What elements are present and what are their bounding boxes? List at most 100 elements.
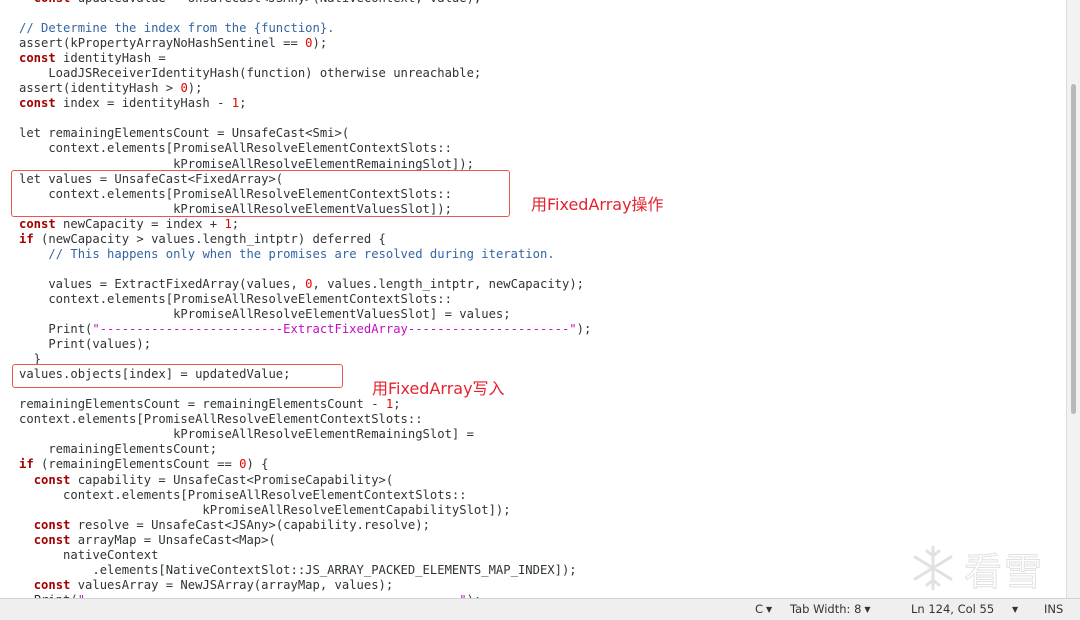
code-token: const [19,51,56,66]
code-token: index = identityHash - [55,96,232,111]
tab-width-label: Tab Width: 8 [790,602,862,616]
code-token: kPromiseAllResolveElementRemainingSlot])… [19,156,474,171]
code-line: const index = identityHash - 1; [19,96,591,111]
scrollbar-thumb[interactable] [1071,84,1076,414]
code-text[interactable]: const updatedValue = UnsafeCast<JSAny>(N… [19,0,591,598]
code-token: values = ExtractFixedArray(values, [19,276,306,291]
code-token: newCapacity = index + [55,216,225,231]
code-line: context.elements[PromiseAllResolveElemen… [19,292,591,307]
code-line: const identityHash = [19,51,591,66]
code-line: assert(identityHash > 0); [19,81,591,96]
code-line: const newCapacity = index + 1; [19,217,591,232]
watermark: 看雪 [908,540,1058,596]
code-token: context.elements[PromiseAllResolveElemen… [19,291,452,306]
status-bar: C ▼ Tab Width: 8 ▼ Ln 124, Col 55 ▼ INS [0,598,1080,620]
language-selector[interactable]: C ▼ [755,602,772,616]
code-token: resolve = UnsafeCast<JSAny>(capability.r… [70,517,430,532]
code-line: LoadJSReceiverIdentityHash(function) oth… [19,66,591,81]
code-token: capability = UnsafeCast<PromiseCapabilit… [70,472,394,487]
code-token: let remainingElementsCount = UnsafeCast<… [19,126,350,141]
code-token: ; [393,397,401,412]
code-line: const arrayMap = UnsafeCast<Map>( [19,533,591,548]
code-token: const [19,216,56,231]
code-token: identityHash = [55,51,166,66]
code-token: remainingElementsCount; [19,442,218,457]
code-token: 0 [305,36,313,51]
code-token: 0 [180,81,188,96]
code-token: Print( [19,322,93,337]
code-token: "-------------------------ExtractFixedAr… [92,322,577,337]
code-line: ​ [19,262,591,277]
code-token: if [19,231,34,246]
code-line: remainingElementsCount = remainingElemen… [19,397,591,412]
code-token: 1 [224,216,232,231]
code-line: // Determine the index from the {functio… [19,21,591,36]
code-token: LoadJSReceiverIdentityHash(function) oth… [19,66,482,81]
code-token: const [33,577,71,592]
code-token: // Determine the index from the {functio… [19,21,335,36]
annotation-label-operate: 用FixedArray操作 [531,195,664,214]
code-line: ​ [19,111,591,126]
tab-width-selector[interactable]: Tab Width: 8 ▼ [790,602,871,616]
code-token: const [34,0,71,5]
code-line: values = ExtractFixedArray(values, 0, va… [19,277,591,292]
code-line: Print(values); [19,337,591,352]
code-token: const [33,517,71,532]
code-editor[interactable]: const updatedValue = UnsafeCast<JSAny>(N… [0,0,1066,598]
language-label: C [755,602,764,616]
code-line: nativeContext [19,548,591,563]
code-token: kPromiseAllResolveElementCapabilitySlot]… [19,502,511,517]
code-token: valuesArray = NewJSArray(arrayMap, value… [70,577,394,592]
code-line: .elements[NativeContextSlot::JS_ARRAY_PA… [19,563,591,578]
annotation-box-values-write [12,364,343,388]
code-token: context.elements[PromiseAllResolveElemen… [19,141,452,156]
code-token: ; [231,216,240,231]
code-token: if [19,457,34,472]
code-line: const valuesArray = NewJSArray(arrayMap,… [19,578,591,593]
code-token: kPromiseAllResolveElementValuesSlot] = v… [19,306,511,321]
chevron-down-icon: ▼ [766,605,773,614]
chevron-down-icon: ▼ [864,605,871,614]
code-line: Print("-------------------------ExtractF… [19,322,591,337]
code-line: kPromiseAllResolveElementCapabilitySlot]… [19,503,591,518]
code-line: if (remainingElementsCount == 0) { [19,457,591,472]
code-line: remainingElementsCount; [19,442,591,457]
code-line: context.elements[PromiseAllResolveElemen… [19,412,591,427]
code-token: ); [187,81,203,96]
code-token: ); [576,322,592,337]
code-token: context.elements[PromiseAllResolveElemen… [19,412,423,427]
code-line: context.elements[PromiseAllResolveElemen… [19,141,591,156]
code-token: arrayMap = UnsafeCast<Map>( [70,532,276,547]
watermark-text: 看雪 [963,549,1045,594]
code-token: (remainingElementsCount == [33,457,240,472]
code-line: assert(kPropertyArrayNoHashSentinel == 0… [19,36,591,51]
cursor-position[interactable]: Ln 124, Col 55 [911,602,994,616]
code-line: context.elements[PromiseAllResolveElemen… [19,488,591,503]
vertical-scrollbar[interactable] [1066,0,1080,598]
code-token: , values.length_intptr, newCapacity); [312,276,585,291]
code-token: const [33,532,71,547]
code-line: const capability = UnsafeCast<PromiseCap… [19,473,591,488]
code-line: if (newCapacity > values.length_intptr) … [19,232,591,247]
code-line: kPromiseAllResolveElementRemainingSlot] … [19,427,591,442]
code-line: // This happens only when the promises a… [19,247,591,262]
code-token: ; [239,96,247,111]
code-token: assert(identityHash > [19,81,181,96]
insert-mode-indicator: INS [1044,602,1064,616]
annotation-box-values-cast [11,170,510,217]
code-token: Print(values); [19,337,152,352]
code-token: (newCapacity > values.length_intptr) def… [33,231,386,246]
code-token: assert(kPropertyArrayNoHashSentinel == [19,36,306,51]
code-token: kPromiseAllResolveElementRemainingSlot] … [19,427,474,442]
code-token: ); [312,36,328,51]
code-token: remainingElementsCount = remainingElemen… [19,397,386,412]
code-token: const [19,96,56,111]
annotation-label-write: 用FixedArray写入 [372,379,505,398]
chevron-down-icon[interactable]: ▼ [1012,605,1018,614]
code-line: let remainingElementsCount = UnsafeCast<… [19,126,591,141]
